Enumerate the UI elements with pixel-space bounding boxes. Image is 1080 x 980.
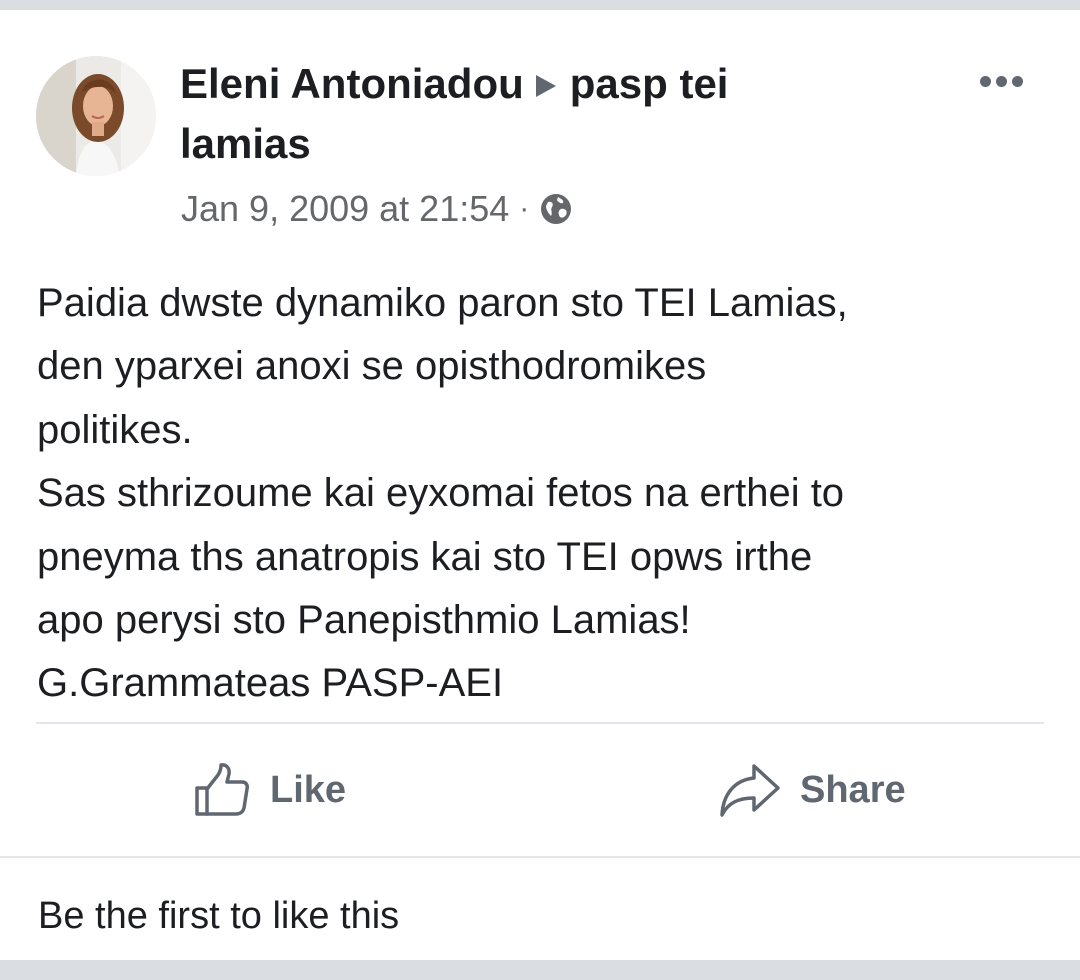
thumbs-up-icon [195,763,249,816]
divider [36,722,1044,724]
post-body-line: politikes. [37,407,193,452]
post-body-line: pneyma ths anatropis kai sto TEI opws ir… [37,534,813,579]
share-button[interactable]: Share [718,758,906,822]
target-group-name[interactable]: pasp tei [570,60,729,107]
post-timestamp[interactable]: Jan 9, 2009 at 21:54 [181,188,509,230]
post-header-title: Eleni Antoniadou pasp tei lamias [180,54,880,174]
post-body-line: G.Grammateas PASP-AEI [37,661,504,706]
like-button[interactable]: Like [192,758,346,822]
post-meta: Jan 9, 2009 at 21:54 · [181,184,573,234]
post-body-line: Sas sthrizoume kai eyxomai fetos na erth… [37,471,845,516]
reactions-summary[interactable]: Be the first to like this [38,894,399,938]
post-body-line: Paidia dwste dynamiko paron sto TEI Lami… [37,281,848,325]
avatar[interactable] [36,56,156,176]
post-body: Paidia dwste dynamiko paron sto TEI Lami… [37,272,1047,716]
post-card: Eleni Antoniadou pasp tei lamias Jan 9, 2… [0,10,1080,960]
avatar-photo [36,56,156,176]
more-options-icon[interactable] [968,64,1034,98]
meta-separator: · [519,192,530,225]
divider [0,856,1080,858]
target-group-name-continued[interactable]: lamias [180,120,311,167]
share-arrow-icon [720,764,780,817]
post-body-line: den yparxei anoxi se opisthodromikes [37,344,707,389]
more-dot [979,75,991,87]
more-dot [995,75,1007,87]
share-label: Share [800,768,906,811]
globe-icon [539,192,573,226]
author-name[interactable]: Eleni Antoniadou [180,60,524,107]
arrow-right-icon [535,74,556,97]
like-label: Like [270,768,347,811]
post-body-line: apo perysi sto Panepisthmio Lamias! [37,598,691,643]
more-dot [1011,75,1023,87]
